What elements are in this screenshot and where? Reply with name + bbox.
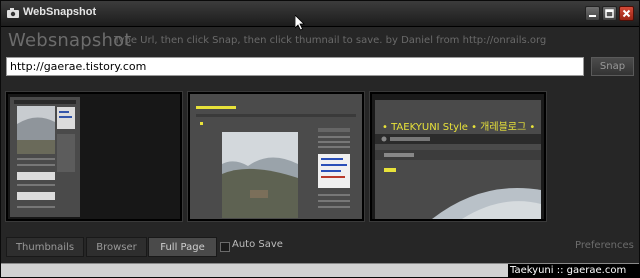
watermark: Taekyuni :: gaerae.com <box>508 264 640 278</box>
title-bar[interactable]: WebSnapshot <box>1 1 639 27</box>
thumbnail-2-preview <box>190 94 362 219</box>
app-heading: Websnapshot <box>8 30 132 51</box>
window-title: WebSnapshot <box>23 6 97 18</box>
maximize-icon <box>605 9 614 18</box>
thumbnail-1[interactable] <box>6 92 182 221</box>
tab-browser[interactable]: Browser <box>86 237 147 257</box>
minimize-button[interactable] <box>585 6 600 21</box>
thumbnail-3[interactable]: • TAEKYUNI Style • 개레블로그 • <box>370 92 546 221</box>
mouse-cursor-icon <box>295 15 305 31</box>
auto-save-checkbox[interactable] <box>220 242 230 252</box>
camera-icon <box>7 8 19 18</box>
snap-button[interactable]: Snap <box>591 57 634 76</box>
blog-title: • TAEKYUNI Style • 개레블로그 • <box>382 122 536 133</box>
instructions-text: Type Url, then click Snap, then click th… <box>114 35 547 46</box>
tab-thumbnails[interactable]: Thumbnails <box>6 237 84 257</box>
app-window: WebSnapshot Websnapshot Type Url, then c… <box>0 0 640 278</box>
thumbnail-1-preview <box>8 94 180 219</box>
tab-full-page[interactable]: Full Page <box>148 237 217 257</box>
thumbnail-2[interactable] <box>188 92 364 221</box>
minimize-icon <box>589 15 596 17</box>
auto-save-label: Auto Save <box>232 239 283 250</box>
close-button[interactable] <box>619 6 634 21</box>
preferences-link[interactable]: Preferences <box>575 240 634 251</box>
close-icon <box>622 9 631 18</box>
thumbnail-3-preview <box>372 94 544 219</box>
maximize-button[interactable] <box>602 6 617 21</box>
url-input[interactable] <box>6 57 584 76</box>
